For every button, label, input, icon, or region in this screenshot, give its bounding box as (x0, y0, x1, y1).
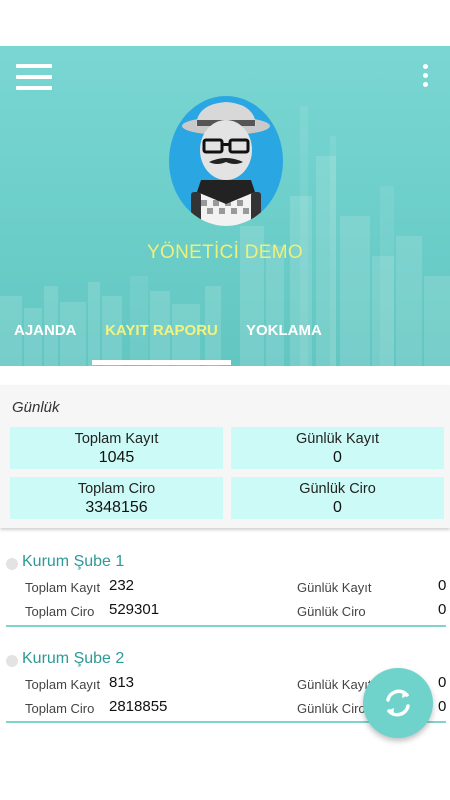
refresh-fab-button[interactable] (363, 668, 433, 738)
user-name: YÖNETİCİ DEMO (147, 242, 303, 263)
stat-toplam-ciro: Toplam Ciro 3348156 (10, 477, 223, 519)
stat-label: Toplam Kayıt (74, 431, 159, 447)
tab-ajanda[interactable]: AJANDA (14, 316, 77, 366)
stat-gunluk-ciro: Günlük Ciro 0 (231, 477, 444, 519)
gunluk-kayit-label: Günlük Kayıt (297, 580, 372, 595)
stat-label: Günlük Ciro (299, 481, 376, 497)
gunluk-kayit-value: 0 (438, 674, 447, 691)
stat-value: 0 (333, 449, 342, 466)
toplam-ciro-label: Toplam Ciro (25, 701, 95, 716)
tab-bar: AJANDA KAYIT RAPORU YOKLAMA (0, 316, 450, 366)
active-tab-indicator (92, 360, 231, 365)
gunluk-ciro-value: 0 (438, 698, 447, 715)
toplam-ciro-label: Toplam Ciro (25, 604, 95, 619)
refresh-icon (386, 689, 410, 717)
stat-label: Toplam Ciro (77, 481, 156, 497)
gunluk-ciro-value: 0 (438, 601, 447, 618)
daily-summary-card: Günlük Toplam Kayıt 1045 Günlük Kayıt 0 … (0, 385, 450, 528)
toplam-kayit-label: Toplam Kayıt (25, 580, 101, 595)
toplam-kayit-value: 813 (109, 674, 135, 691)
stat-value: 3348156 (85, 499, 148, 516)
stat-value: 0 (333, 499, 342, 516)
gunluk-kayit-label: Günlük Kayıt (297, 677, 372, 692)
tab-yoklama[interactable]: YOKLAMA (246, 316, 322, 366)
tab-kayit-raporu[interactable]: KAYIT RAPORU (92, 316, 231, 366)
branch-item[interactable]: Kurum Şube 1 Toplam Kayıt 232 Günlük Kay… (0, 550, 450, 634)
toplam-ciro-value: 2818855 (109, 698, 168, 715)
app-screen: YÖNETİCİ DEMO AJANDA KAYIT RAPORU YOKLAM… (0, 0, 450, 800)
avatar (169, 96, 283, 226)
bullet-dot-icon (6, 655, 18, 667)
stat-gunluk-kayit: Günlük Kayıt 0 (231, 427, 444, 469)
toplam-ciro-value: 529301 (109, 601, 160, 618)
profile-header: YÖNETİCİ DEMO AJANDA KAYIT RAPORU YOKLAM… (0, 46, 450, 366)
toplam-kayit-label: Toplam Kayıt (25, 677, 101, 692)
toplam-kayit-value: 232 (109, 577, 135, 594)
gunluk-kayit-value: 0 (438, 577, 447, 594)
daily-title: Günlük (12, 399, 60, 416)
stat-label: Günlük Kayıt (295, 431, 379, 447)
stat-value: 1045 (98, 449, 135, 466)
gunluk-ciro-label: Günlük Ciro (297, 604, 366, 619)
vertical-dots-icon[interactable] (420, 64, 432, 90)
gunluk-ciro-label: Günlük Ciro (297, 701, 366, 716)
branch-name: Kurum Şube 1 (22, 553, 125, 570)
bullet-dot-icon (6, 558, 18, 570)
hamburger-menu-icon[interactable] (16, 64, 54, 92)
branch-name: Kurum Şube 2 (22, 650, 125, 667)
divider (6, 625, 446, 627)
stat-toplam-kayit: Toplam Kayıt 1045 (10, 427, 223, 469)
